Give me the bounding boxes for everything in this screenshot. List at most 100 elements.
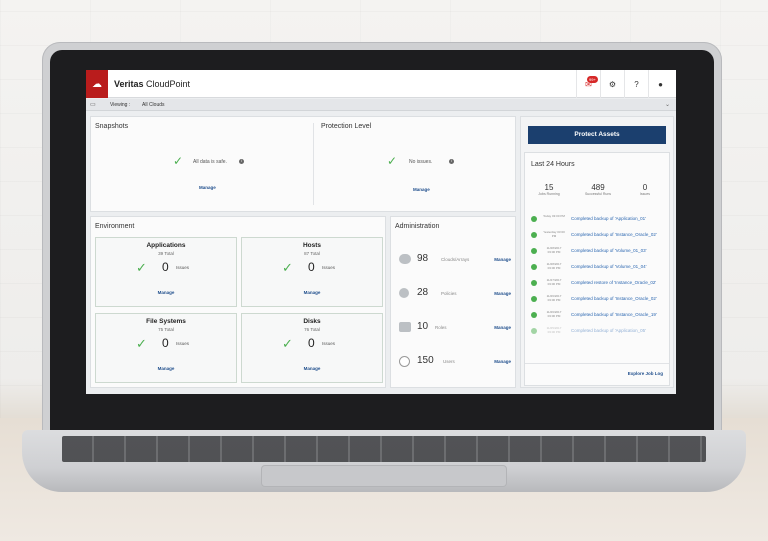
success-dot-icon xyxy=(531,264,537,270)
check-icon: ✓ xyxy=(173,154,184,168)
job-time: 11/28/2017 03:00 PM xyxy=(546,246,562,254)
gear-icon[interactable]: ⚙ xyxy=(600,70,624,98)
card-manage-link[interactable]: Manage xyxy=(96,366,236,371)
user-icon[interactable]: ● xyxy=(648,70,672,98)
viewing-label: Viewing : xyxy=(110,102,131,108)
card-issue-count: 0 xyxy=(162,260,169,274)
last-24-hours-panel: Last 24 Hours 15 Jobs Running 489 Succes… xyxy=(524,152,670,386)
admin-manage-link[interactable]: Manage xyxy=(494,291,511,296)
card-issues-label: Issues xyxy=(176,265,190,270)
card-manage-link[interactable]: Manage xyxy=(96,290,236,295)
job-time: 11/26/2017 03:00 PM xyxy=(546,294,562,302)
protection-title: Protection Level xyxy=(321,123,372,130)
app-title-brand: Veritas xyxy=(114,79,144,89)
admin-count: 150 xyxy=(417,355,434,366)
monitor-icon: ▭ xyxy=(90,102,96,108)
card-title: Disks xyxy=(303,318,321,325)
job-item[interactable]: 11/26/2017 03:00 PM Completed backup of … xyxy=(531,293,676,307)
admin-row-clouds: 98 Clouds/Arrays Manage xyxy=(399,249,511,271)
check-icon: ✓ xyxy=(136,260,147,275)
snapshots-panel: Snapshots ✓ All data is safe. i Manage P… xyxy=(90,116,516,212)
snapshots-manage-link[interactable]: Manage xyxy=(199,185,216,190)
job-text[interactable]: Completed backup of 'Application_05' xyxy=(571,328,646,333)
admin-row-users: 150 Users Manage xyxy=(399,351,511,373)
applications-card[interactable]: Applications 39 Total ✓ 0 Issues Manage xyxy=(95,237,237,307)
hosts-card[interactable]: Hosts 87 Total ✓ 0 Issues Manage xyxy=(241,237,383,307)
job-item[interactable]: 11/27/2017 03:00 PM Completed restore of… xyxy=(531,277,676,291)
admin-label: Roles xyxy=(435,325,447,330)
card-issue-count: 0 xyxy=(162,336,169,350)
protection-manage-link[interactable]: Manage xyxy=(413,187,430,192)
admin-manage-link[interactable]: Manage xyxy=(494,359,511,364)
job-item[interactable]: 11/25/2017 03:00 PM Completed backup of … xyxy=(531,325,676,339)
help-icon[interactable]: ? xyxy=(624,70,648,98)
card-title: File Systems xyxy=(146,318,186,325)
job-text[interactable]: Completed backup of 'Application_01' xyxy=(571,216,646,221)
job-time: 11/25/2017 03:00 PM xyxy=(546,326,562,334)
success-dot-icon xyxy=(531,328,537,334)
info-icon[interactable]: i xyxy=(449,159,454,164)
job-text[interactable]: Completed backup of 'Instance_Oracle_02' xyxy=(571,232,657,237)
protection-status: No issues. xyxy=(409,159,433,165)
job-item[interactable]: 11/28/2017 03:00 PM Completed backup of … xyxy=(531,261,676,275)
success-dot-icon xyxy=(531,280,537,286)
divider xyxy=(525,363,669,364)
stat-number: 489 xyxy=(591,183,605,192)
top-icons: ✉ 99+ ⚙ ? ● xyxy=(576,70,672,98)
admin-count: 98 xyxy=(417,253,429,264)
snapshots-status: All data is safe. xyxy=(193,159,227,165)
job-text[interactable]: Completed restore of 'Instance_Oracle_02… xyxy=(571,280,656,285)
chevron-down-icon[interactable]: ⌄ xyxy=(665,101,670,108)
card-total: 39 Total xyxy=(158,251,174,256)
job-text[interactable]: Completed backup of 'Volume_01_04' xyxy=(571,264,647,269)
success-dot-icon xyxy=(531,232,537,238)
stat-jobs-running: 15 Jobs Running xyxy=(531,183,567,196)
check-icon: ✓ xyxy=(387,154,398,168)
success-dot-icon xyxy=(531,216,537,222)
card-issues-label: Issues xyxy=(322,341,336,346)
snapshots-title: Snapshots xyxy=(95,123,129,130)
admin-row-policies: 28 Policies Manage xyxy=(399,283,511,305)
job-item[interactable]: 11/26/2017 03:00 PM Completed backup of … xyxy=(531,309,676,323)
job-text[interactable]: Completed backup of 'Instance_Oracle_19' xyxy=(571,312,657,317)
card-issues-label: Issues xyxy=(176,341,190,346)
card-total: 87 Total xyxy=(304,251,320,256)
job-item[interactable]: Yesterday 03:00 PM Completed backup of '… xyxy=(531,229,676,243)
check-icon: ✓ xyxy=(282,336,293,351)
cloud-logo-icon[interactable]: ☁ xyxy=(86,70,108,98)
admin-manage-link[interactable]: Manage xyxy=(494,257,511,262)
viewing-bar[interactable]: ▭ Viewing : All Clouds ⌄ xyxy=(86,99,676,111)
success-dot-icon xyxy=(531,248,537,254)
card-issue-count: 0 xyxy=(308,260,315,274)
job-item[interactable]: Today 03:00 PM Completed backup of 'Appl… xyxy=(531,213,676,227)
explore-job-log-link[interactable]: Explore Job Log xyxy=(628,371,663,376)
job-time: 11/26/2017 03:00 PM xyxy=(546,310,562,318)
admin-manage-link[interactable]: Manage xyxy=(494,325,511,330)
job-item[interactable]: 11/28/2017 03:00 PM Completed backup of … xyxy=(531,245,676,259)
briefcase-icon xyxy=(399,322,411,332)
stat-issues: 0 Issues xyxy=(627,183,663,196)
last-24-hours-title: Last 24 Hours xyxy=(531,161,575,168)
cloud-icon xyxy=(399,254,411,264)
job-text[interactable]: Completed backup of 'Volume_01_03' xyxy=(571,248,647,253)
card-total: 75 Total xyxy=(158,327,174,332)
user-icon xyxy=(399,356,410,367)
admin-label: Policies xyxy=(441,291,457,296)
card-issue-count: 0 xyxy=(308,336,315,350)
notifications-button[interactable]: ✉ 99+ xyxy=(576,70,600,98)
administration-panel: Administration 98 Clouds/Arrays Manage 2… xyxy=(390,216,516,388)
card-manage-link[interactable]: Manage xyxy=(242,366,382,371)
disks-card[interactable]: Disks 76 Total ✓ 0 Issues Manage xyxy=(241,313,383,383)
job-text[interactable]: Completed backup of 'Instance_Oracle_02' xyxy=(571,296,657,301)
divider xyxy=(313,123,314,205)
file-systems-card[interactable]: File Systems 75 Total ✓ 0 Issues Manage xyxy=(95,313,237,383)
protect-assets-button[interactable]: Protect Assets xyxy=(528,126,666,144)
policy-icon xyxy=(399,288,409,298)
card-manage-link[interactable]: Manage xyxy=(242,290,382,295)
info-icon[interactable]: i xyxy=(239,159,244,164)
stat-number: 15 xyxy=(544,183,554,192)
job-time: 11/28/2017 03:00 PM xyxy=(546,262,562,270)
admin-count: 10 xyxy=(417,321,429,332)
job-time: 11/27/2017 03:00 PM xyxy=(546,278,562,286)
admin-count: 28 xyxy=(417,287,429,298)
